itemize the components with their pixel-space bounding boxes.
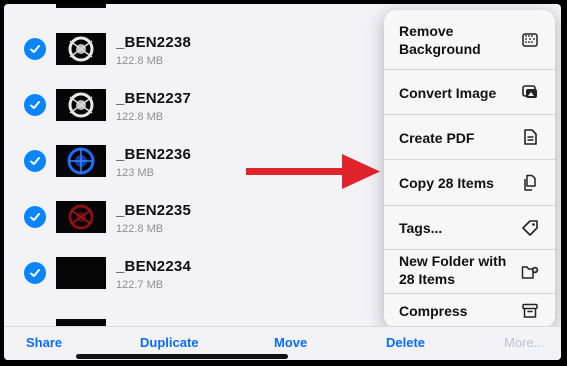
context-menu: Remove Background Convert Image Create P… xyxy=(384,10,555,328)
home-indicator xyxy=(76,354,288,359)
menu-item-compress[interactable]: Compress xyxy=(384,294,555,328)
delete-button[interactable]: Delete xyxy=(386,335,425,350)
menu-item-label: Remove Background xyxy=(399,23,481,57)
menu-item-label: New Folder with 28 Items xyxy=(399,253,507,287)
menu-item-new-folder[interactable]: New Folder with 28 Items xyxy=(384,250,555,294)
remove-background-icon xyxy=(522,33,538,47)
more-button[interactable]: More... xyxy=(504,335,544,350)
move-button[interactable]: Move xyxy=(274,335,307,350)
menu-item-remove-background[interactable]: Remove Background xyxy=(384,10,555,70)
pdf-document-icon xyxy=(524,129,537,145)
menu-item-copy[interactable]: Copy 28 Items xyxy=(384,160,555,206)
menu-item-convert-image[interactable]: Convert Image xyxy=(384,70,555,115)
menu-item-create-pdf[interactable]: Create PDF xyxy=(384,115,555,160)
menu-item-tags[interactable]: Tags... xyxy=(384,206,555,250)
files-app-window: _BEN2238 122.8 MB _BEN2237 122.8 MB _BEN… xyxy=(4,4,561,360)
share-button[interactable]: Share xyxy=(26,335,62,350)
convert-image-icon xyxy=(522,85,537,98)
duplicate-button[interactable]: Duplicate xyxy=(140,335,199,350)
copy-icon xyxy=(524,174,536,191)
new-folder-icon xyxy=(521,266,539,279)
archive-box-icon xyxy=(522,303,538,318)
tag-icon xyxy=(522,220,538,236)
menu-item-label: Convert Image xyxy=(399,85,497,101)
menu-item-label: Tags... xyxy=(399,220,443,236)
menu-item-label: Create PDF xyxy=(399,130,475,146)
menu-item-label: Copy 28 Items xyxy=(399,175,494,191)
menu-item-label: Compress xyxy=(399,303,468,319)
